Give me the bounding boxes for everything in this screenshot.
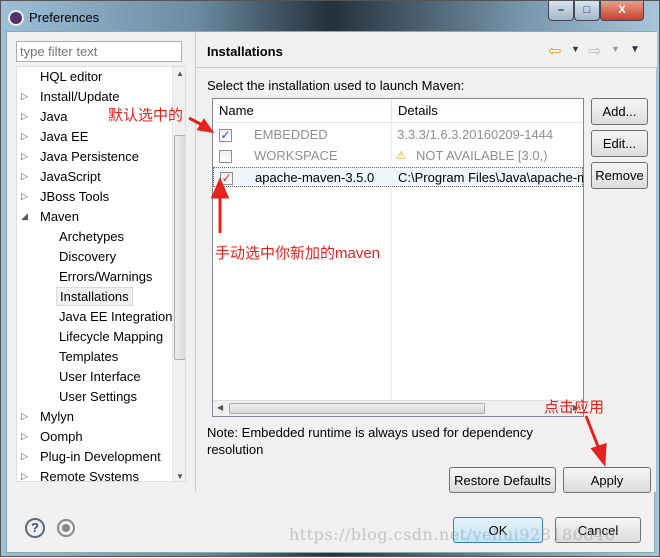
arrowhead-maven <box>210 177 230 199</box>
arrow-to-apply <box>584 415 601 450</box>
arrowhead-embedded <box>196 118 215 134</box>
arrowhead-apply <box>590 442 607 468</box>
annotation-arrows <box>188 116 607 468</box>
preferences-window: Preferences – □ X ▲ ▼ HQL editor▷Install… <box>0 0 660 557</box>
